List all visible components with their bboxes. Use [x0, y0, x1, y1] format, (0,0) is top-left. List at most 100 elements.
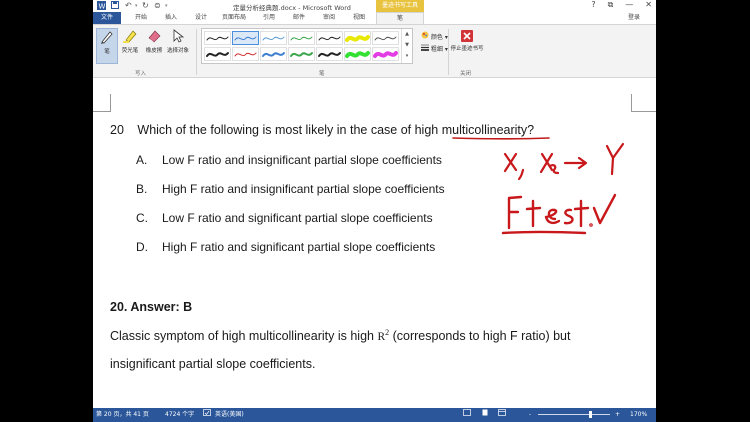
- tab-view[interactable]: 视图: [345, 12, 373, 24]
- crop-mark: [631, 94, 632, 112]
- crop-mark: [110, 94, 111, 112]
- word-window: W ↶ ▾ ↻ ⊜ ▾ 定量分析经典题.docx - Microsoft Wor…: [93, 0, 656, 422]
- pen-style-option[interactable]: [288, 47, 315, 61]
- r-squared-symbol: R: [377, 331, 386, 344]
- ribbon-tabs: 文件 开始 插入 设计 页面布局 引用 邮件 审阅 视图 笔 登录: [93, 12, 656, 24]
- pen-style-option[interactable]: [344, 31, 371, 45]
- minimize-button[interactable]: —: [625, 0, 633, 12]
- word-logo-icon: W: [97, 1, 106, 12]
- page-count[interactable]: 第 20 页，共 41 页: [96, 408, 149, 422]
- group-divider: [196, 29, 197, 75]
- help-button[interactable]: ?: [591, 0, 595, 12]
- option-letter: B.: [136, 182, 148, 196]
- crop-mark: [93, 111, 111, 112]
- eraser-icon: [148, 30, 161, 43]
- pen-style-gallery: ▲ ▼ ▾: [201, 28, 413, 64]
- pen-button[interactable]: 笔: [96, 28, 118, 64]
- question-number: 20: [110, 123, 124, 137]
- color-palette-icon: [421, 31, 429, 39]
- pen-style-option[interactable]: [260, 47, 287, 61]
- sign-in-link[interactable]: 登录: [628, 12, 640, 24]
- zoom-in-button[interactable]: +: [615, 408, 620, 422]
- crop-mark: [631, 111, 656, 112]
- customize-toolbar-icon[interactable]: ⊜: [154, 1, 161, 10]
- pen-style-option[interactable]: [288, 31, 315, 45]
- undo-icon[interactable]: ↶: [125, 1, 132, 10]
- tab-insert[interactable]: 插入: [157, 12, 185, 24]
- highlighter-icon: [123, 30, 137, 43]
- proofing-icon[interactable]: [203, 408, 211, 422]
- cursor-icon: [173, 29, 185, 43]
- stop-inking-button[interactable]: 停止墨迹书写: [450, 28, 484, 64]
- thickness-icon: [421, 44, 429, 51]
- tab-mailings[interactable]: 邮件: [285, 12, 313, 24]
- write-group-label: 写入: [135, 71, 147, 77]
- pen-style-option[interactable]: [316, 47, 343, 61]
- print-layout-icon[interactable]: [481, 408, 489, 422]
- ink-note-variables: [503, 142, 625, 181]
- pen-style-option[interactable]: [204, 31, 231, 45]
- ink-note-f-test: [501, 193, 617, 235]
- save-icon[interactable]: [111, 1, 119, 11]
- document-page[interactable]: 20 Which of the following is most likely…: [93, 78, 656, 408]
- option-letter: D.: [136, 240, 148, 254]
- option-text: Low F ratio and significant partial slop…: [162, 211, 433, 225]
- highlighter-button[interactable]: 荧光笔: [119, 28, 141, 64]
- tab-review[interactable]: 审阅: [315, 12, 343, 24]
- tab-file[interactable]: 文件: [93, 12, 121, 24]
- svg-text:W: W: [99, 3, 106, 11]
- explanation-line-1: Classic symptom of high multicollinearit…: [110, 328, 571, 344]
- pen-style-option[interactable]: [232, 47, 259, 61]
- restore-ribbon-button[interactable]: ⧉: [608, 0, 614, 12]
- redo-icon[interactable]: ↻: [142, 1, 149, 10]
- tab-references[interactable]: 引用: [255, 12, 283, 24]
- document-title: 定量分析经典题.docx - Microsoft Word: [233, 4, 351, 12]
- ink-tools-context-label: 墨迹书写工具: [376, 0, 424, 12]
- pen-color-dropdown[interactable]: 颜色 ▾: [421, 31, 448, 41]
- explanation-line-2: insignificant partial slope coefficients…: [110, 357, 316, 371]
- answer-heading: 20. Answer: B: [110, 300, 193, 314]
- option-text: High F ratio and significant partial slo…: [162, 240, 436, 254]
- pen-tool-icon: [101, 31, 113, 44]
- tab-page-layout[interactable]: 页面布局: [217, 12, 251, 24]
- gallery-scroll-arrows[interactable]: ▲ ▼ ▾: [401, 29, 412, 63]
- group-divider: [448, 29, 449, 75]
- tab-design[interactable]: 设计: [187, 12, 215, 24]
- toolbar-dropdown-icon[interactable]: ▾: [165, 3, 168, 9]
- ribbon: 笔 荧光笔 橡皮擦 选择对象 写入 ▲ ▼ ▾ 笔 颜色 ▾ 粗细 ▾ 停止墨迹…: [93, 24, 656, 78]
- view-mode-icon[interactable]: [463, 408, 471, 422]
- tab-home[interactable]: 开始: [127, 12, 155, 24]
- option-text: High F ratio and insignificant partial s…: [162, 182, 445, 196]
- pen-style-option[interactable]: [316, 31, 343, 45]
- pen-style-option[interactable]: [232, 31, 259, 45]
- window-controls: ? ⧉ — ✕: [591, 0, 652, 12]
- word-count[interactable]: 4724 个字: [165, 408, 194, 422]
- tab-pen[interactable]: 笔: [376, 12, 424, 24]
- close-button[interactable]: ✕: [645, 0, 652, 12]
- pen-thickness-dropdown[interactable]: 粗细 ▾: [421, 43, 448, 53]
- zoom-slider-thumb[interactable]: [588, 411, 592, 418]
- language-indicator[interactable]: 英语(美国): [215, 408, 244, 422]
- pen-style-option[interactable]: [372, 47, 399, 61]
- option-letter: C.: [136, 211, 148, 225]
- zoom-slider[interactable]: [538, 411, 610, 418]
- undo-dropdown-icon[interactable]: ▾: [135, 3, 138, 9]
- zoom-out-button[interactable]: -: [529, 408, 531, 422]
- option-text: Low F ratio and insignificant partial sl…: [162, 153, 442, 167]
- title-bar: W ↶ ▾ ↻ ⊜ ▾ 定量分析经典题.docx - Microsoft Wor…: [93, 0, 656, 12]
- pen-style-option[interactable]: [204, 47, 231, 61]
- zoom-level[interactable]: 170%: [630, 408, 647, 422]
- pen-style-option[interactable]: [260, 31, 287, 45]
- ink-underline: [452, 137, 550, 140]
- option-letter: A.: [136, 153, 148, 167]
- select-objects-button[interactable]: 选择对象: [167, 28, 189, 64]
- question-line: 20 Which of the following is most likely…: [110, 123, 534, 137]
- pens-group-label: 笔: [319, 71, 325, 77]
- question-text: Which of the following is most likely in…: [137, 123, 535, 137]
- pen-style-option[interactable]: [372, 31, 399, 45]
- web-layout-icon[interactable]: [498, 408, 506, 422]
- pen-style-option[interactable]: [344, 47, 371, 61]
- eraser-button[interactable]: 橡皮擦: [143, 28, 165, 64]
- stop-inking-icon: [461, 30, 473, 42]
- status-bar: 第 20 页，共 41 页 4724 个字 英语(美国) - + 170%: [93, 408, 656, 422]
